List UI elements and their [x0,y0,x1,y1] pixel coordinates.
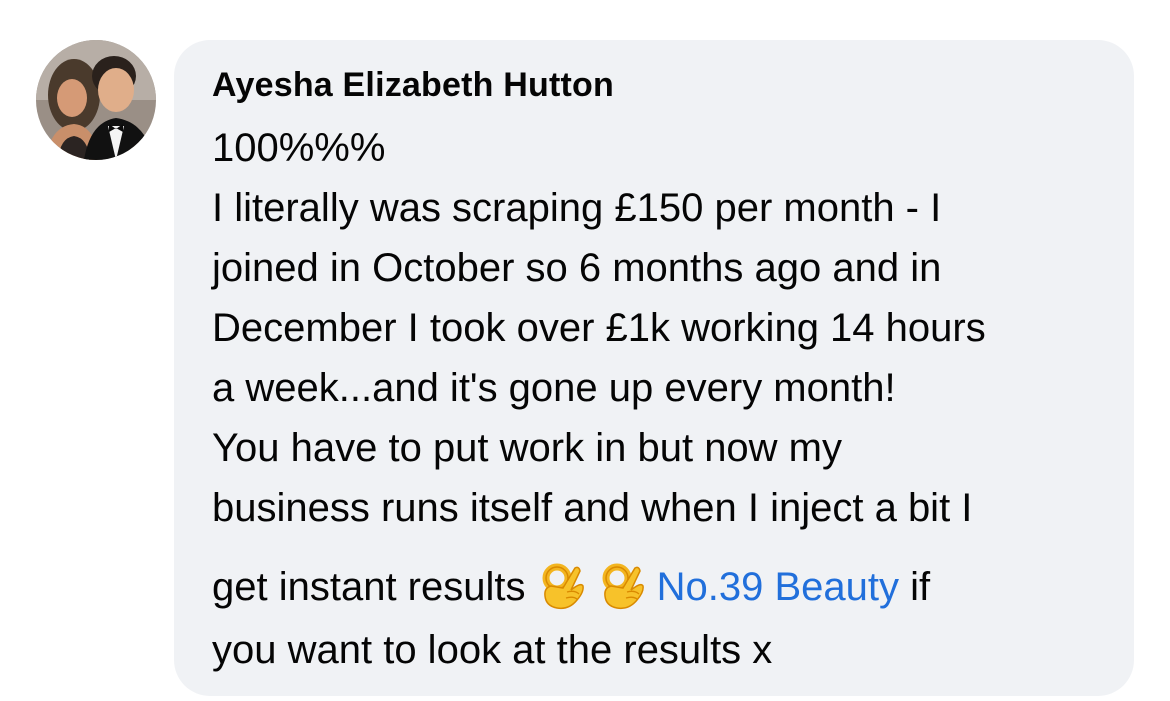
avatar-photo [36,40,156,160]
comment-text-line: joined in October so 6 months ago and in [212,246,942,290]
comment-text-line: I literally was scraping £150 per month … [212,186,942,230]
ok-hand-icon [597,562,647,612]
avatar[interactable] [36,40,156,160]
comment-author[interactable]: Ayesha Elizabeth Hutton [212,66,614,105]
mention-link[interactable]: No.39 Beauty [657,565,899,609]
comment: Ayesha Elizabeth Hutton 100%%% I literal… [0,0,1170,701]
comment-text-segment: if [899,565,931,609]
comment-text-line: business runs itself and when I inject a… [212,486,973,530]
comment-text-line: December I took over £1k working 14 hour… [212,306,986,350]
comment-text-line: a week...and it's gone up every month! [212,366,896,410]
comment-text-segment: get instant results [212,565,526,609]
comment-text-line: You have to put work in but now my [212,426,842,470]
comment-text-line-with-mention: get instant results No.39 Beauty if [212,562,930,612]
ok-hand-icon [537,562,587,612]
comment-text-line: 100%%% [212,126,386,170]
comment-text-line: you want to look at the results x [212,628,773,672]
